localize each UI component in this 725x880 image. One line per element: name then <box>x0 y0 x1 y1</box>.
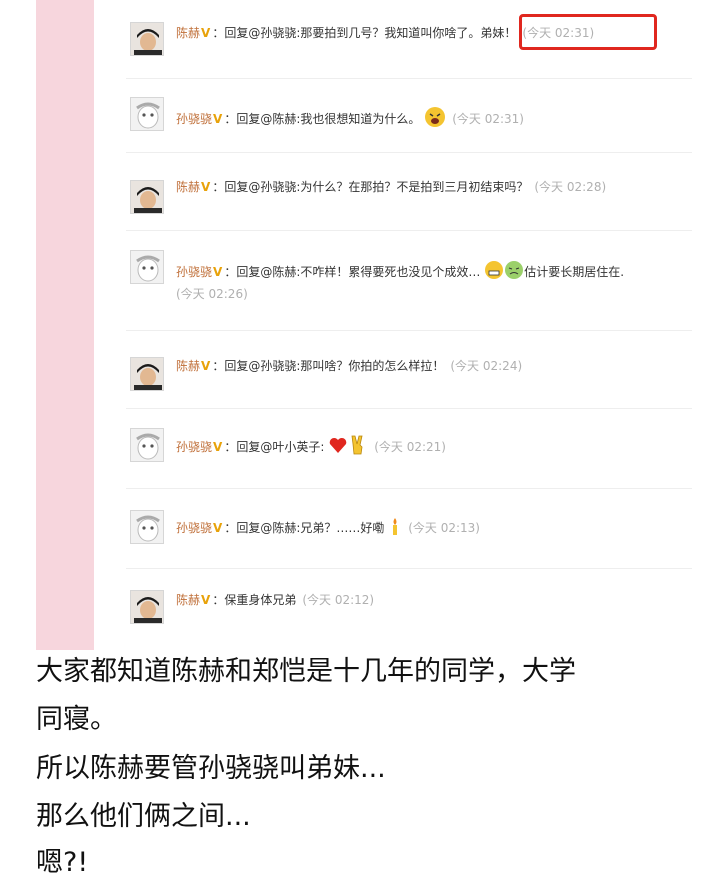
comment-text: 回复@孙骁骁:那叫啥？你拍的怎么样拉！ <box>224 359 445 373</box>
comment-time: (今天 02:31) <box>452 112 524 126</box>
avatar-chenhe[interactable] <box>130 180 164 214</box>
comment-text: 回复@陈赫:不咋样！累得要死也没见个成效… <box>236 265 481 279</box>
comment-username[interactable]: 陈赫 <box>176 26 200 40</box>
sidebar-strip <box>36 0 94 650</box>
comment-text: 回复@叶小英子: <box>236 440 325 454</box>
avatar-sunxiaoxiao[interactable] <box>130 510 164 544</box>
avatar-chenhe[interactable] <box>130 357 164 391</box>
caption-line: 大家都知道陈赫和郑恺是十几年的同学，大学 <box>36 656 576 687</box>
avatar-sunxiaoxiao[interactable] <box>130 428 164 462</box>
comment-text: 回复@孙骁骁:那要拍到几号？我知道叫你啥了。 <box>224 26 481 40</box>
comment-text: 回复@孙骁骁:为什么？在那拍？不是拍到三月初结束吗？ <box>224 180 529 194</box>
divider <box>126 152 692 153</box>
verified-icon: V <box>201 359 211 373</box>
verified-icon: V <box>201 180 211 194</box>
verified-icon: V <box>201 26 211 40</box>
comment-text-continued: 估计要长期居住在. <box>524 265 625 279</box>
comment-username[interactable]: 陈赫 <box>176 593 200 607</box>
caption-line: 那么他们俩之间... <box>36 801 251 832</box>
verified-icon: V <box>213 521 223 535</box>
crying-emoji-icon <box>424 106 446 133</box>
comment-username[interactable]: 陈赫 <box>176 359 200 373</box>
candle-icon <box>388 516 402 541</box>
comment-time: (今天 02:28) <box>534 180 607 194</box>
avatar-sunxiaoxiao[interactable] <box>130 250 164 284</box>
divider <box>126 78 692 79</box>
comment-username[interactable]: 孙骁骁 <box>176 112 212 126</box>
comment-time: (今天 02:12) <box>302 593 375 607</box>
avatar-chenhe[interactable] <box>130 590 164 624</box>
divider <box>126 408 692 409</box>
sick-emoji-icon <box>504 260 524 285</box>
heart-icon <box>328 436 348 459</box>
verified-icon: V <box>213 265 223 279</box>
comment-time: (今天 02:26) <box>176 287 248 301</box>
caption-line: 同寝。 <box>36 704 117 735</box>
comment-text: 回复@陈赫:我也很想知道为什么。 <box>236 112 421 126</box>
highlighted-text: 弟妹！ <box>480 26 517 40</box>
divider <box>126 230 692 231</box>
divider <box>126 568 692 569</box>
comment-username[interactable]: 陈赫 <box>176 180 200 194</box>
verified-icon: V <box>201 593 211 607</box>
comment-feed: 陈赫V ：回复@孙骁骁:那要拍到几号？我知道叫你啥了。弟妹！ (今天 02:31) … <box>94 0 725 650</box>
divider <box>126 330 692 331</box>
caption-line: 嗯?! <box>36 847 89 878</box>
comment-username[interactable]: 孙骁骁 <box>176 265 212 279</box>
grimace-emoji-icon <box>484 260 504 285</box>
comment-text: 保重身体兄弟 <box>224 593 297 607</box>
highlight-box <box>519 14 657 50</box>
comment-time: (今天 02:21) <box>374 440 446 454</box>
victory-hand-icon <box>348 434 368 461</box>
verified-icon: V <box>213 440 223 454</box>
avatar-sunxiaoxiao[interactable] <box>130 97 164 131</box>
divider <box>126 488 692 489</box>
comment-text: 回复@陈赫:兄弟？……好嘞 <box>236 521 385 535</box>
comment-username[interactable]: 孙骁骁 <box>176 440 212 454</box>
comment-username[interactable]: 孙骁骁 <box>176 521 212 535</box>
comment-time: (今天 02:13) <box>408 521 480 535</box>
verified-icon: V <box>213 112 223 126</box>
comment-time: (今天 02:24) <box>450 359 523 373</box>
caption-line: 所以陈赫要管孙骁骁叫弟妹... <box>36 753 386 784</box>
avatar-chenhe[interactable] <box>130 22 164 56</box>
